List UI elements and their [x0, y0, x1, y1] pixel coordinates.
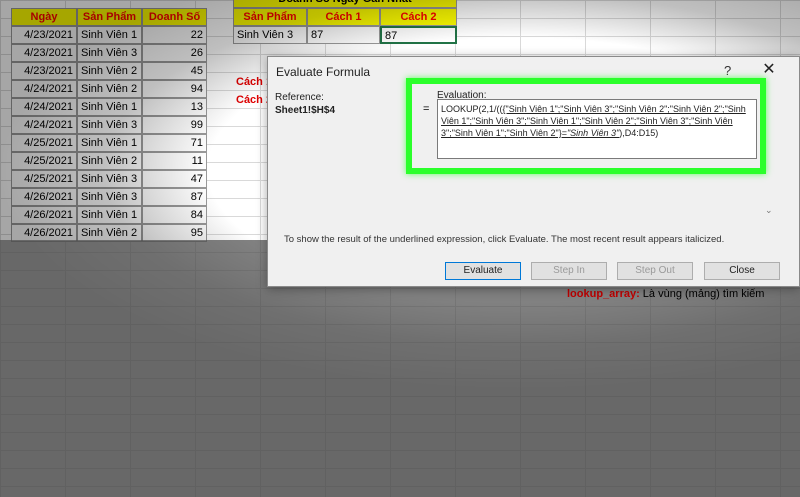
- table-cell[interactable]: 4/24/2021: [11, 80, 77, 98]
- table-cell[interactable]: Sinh Viên 1: [77, 134, 142, 152]
- evaluate-formula-dialog: Evaluate Formula ? ✕ Reference: Sheet1!$…: [267, 56, 800, 287]
- table-cell[interactable]: 11: [142, 152, 207, 170]
- table-cell[interactable]: 4/25/2021: [11, 134, 77, 152]
- table-cell[interactable]: Sinh Viên 1: [77, 26, 142, 44]
- step-out-button[interactable]: Step Out: [617, 262, 693, 280]
- dialog-title: Evaluate Formula: [276, 65, 371, 79]
- formula-suffix: ),D4:D15): [619, 128, 659, 138]
- reference-label: Reference:: [275, 92, 324, 103]
- table-cell[interactable]: 4/25/2021: [11, 170, 77, 188]
- step-in-button[interactable]: Step In: [531, 262, 607, 280]
- lookup-array-key: lookup_array:: [567, 288, 640, 300]
- table-cell[interactable]: 4/25/2021: [11, 152, 77, 170]
- table-cell[interactable]: 4/23/2021: [11, 62, 77, 80]
- right-table-cell-2[interactable]: 87: [380, 26, 457, 44]
- table-cell[interactable]: 95: [142, 224, 207, 242]
- formula-prefix: LOOKUP(2,1/((: [441, 104, 503, 114]
- right-table-cell-1[interactable]: 87: [307, 26, 380, 44]
- table-cell[interactable]: Sinh Viên 1: [77, 206, 142, 224]
- table-cell[interactable]: Sinh Viên 3: [77, 116, 142, 134]
- table-cell[interactable]: Sinh Viên 2: [77, 224, 142, 242]
- formula-italic: "Sinh Viên 3": [566, 128, 620, 138]
- table-cell[interactable]: Sinh Viên 2: [77, 62, 142, 80]
- table-cell[interactable]: Sinh Viên 3: [77, 188, 142, 206]
- table-cell[interactable]: Sinh Viên 1: [77, 98, 142, 116]
- table-cell[interactable]: 87: [142, 188, 207, 206]
- table-cell[interactable]: 94: [142, 80, 207, 98]
- scroll-down-icon[interactable]: ⌄: [765, 205, 773, 216]
- table-cell[interactable]: 4/26/2021: [11, 206, 77, 224]
- table-cell[interactable]: 4/26/2021: [11, 188, 77, 206]
- table-cell[interactable]: 84: [142, 206, 207, 224]
- table-cell[interactable]: Sinh Viên 2: [77, 152, 142, 170]
- table-cell[interactable]: 26: [142, 44, 207, 62]
- evaluation-box[interactable]: LOOKUP(2,1/(({"Sinh Viên 1";"Sinh Viên 3…: [437, 99, 757, 159]
- reference-value: Sheet1!$H$4: [275, 105, 336, 116]
- table-cell[interactable]: 4/23/2021: [11, 44, 77, 62]
- lookup-array-desc: Là vùng (mảng) tìm kiếm: [639, 288, 765, 300]
- hint-text: To show the result of the underlined exp…: [284, 234, 725, 245]
- table-cell[interactable]: 99: [142, 116, 207, 134]
- left-header-2[interactable]: Doanh Số: [142, 8, 207, 26]
- table-cell[interactable]: 4/24/2021: [11, 98, 77, 116]
- table-cell[interactable]: Sinh Viên 3: [77, 44, 142, 62]
- right-header-0[interactable]: Sản Phẩm: [233, 8, 307, 26]
- table-cell[interactable]: 47: [142, 170, 207, 188]
- equals-sign: =: [423, 103, 430, 115]
- table-cell[interactable]: 71: [142, 134, 207, 152]
- right-table-cell-0[interactable]: Sinh Viên 3: [233, 26, 307, 44]
- table-cell[interactable]: 4/24/2021: [11, 116, 77, 134]
- close-icon[interactable]: ✕: [758, 59, 780, 81]
- left-header-0[interactable]: Ngày: [11, 8, 77, 26]
- table-cell[interactable]: Sinh Viên 2: [77, 80, 142, 98]
- right-header-2[interactable]: Cách 2: [380, 8, 457, 26]
- evaluate-button[interactable]: Evaluate: [445, 262, 521, 280]
- table-cell[interactable]: 4/23/2021: [11, 26, 77, 44]
- right-header-1[interactable]: Cách 1: [307, 8, 380, 26]
- lookup-array-note: lookup_array: Là vùng (mảng) tìm kiếm: [567, 288, 764, 300]
- left-header-1[interactable]: Sản Phẩm: [77, 8, 142, 26]
- right-table-title: Doanh Số Ngày Gần Nhất: [233, 0, 457, 8]
- help-icon[interactable]: ?: [724, 63, 731, 78]
- table-cell[interactable]: 13: [142, 98, 207, 116]
- table-cell[interactable]: 45: [142, 62, 207, 80]
- close-button[interactable]: Close: [704, 262, 780, 280]
- table-cell[interactable]: 22: [142, 26, 207, 44]
- table-cell[interactable]: 4/26/2021: [11, 224, 77, 242]
- table-cell[interactable]: Sinh Viên 3: [77, 170, 142, 188]
